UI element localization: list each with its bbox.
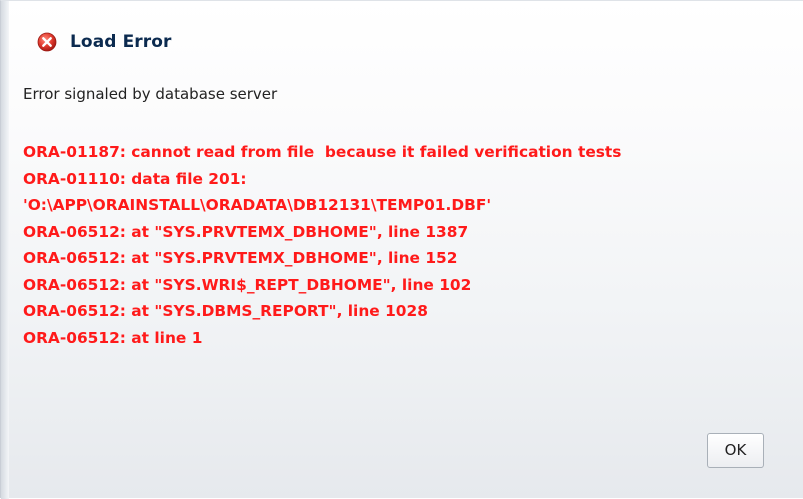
- dialog-title-bar: Load Error: [37, 27, 172, 57]
- error-line: ORA-01187: cannot read from file because…: [23, 143, 622, 161]
- error-line: ORA-06512: at "SYS.PRVTEMX_DBHOME", line…: [23, 222, 469, 241]
- error-line: ORA-06512: at "SYS.DBMS_REPORT", line 10…: [23, 302, 428, 320]
- error-message-list: ORA-01187: cannot read from file because…: [23, 139, 798, 351]
- error-summary-text: Error signaled by database server: [23, 85, 278, 103]
- error-line: 'O:\APP\ORAINSTALL\ORADATA\DB12131\TEMP0…: [23, 196, 492, 214]
- error-line: ORA-01110: data file 201:: [23, 169, 247, 188]
- dialog-left-edge: [1, 1, 9, 499]
- ok-button[interactable]: OK: [707, 433, 764, 468]
- load-error-dialog: Load Error Error signaled by database se…: [0, 0, 803, 499]
- error-line: ORA-06512: at "SYS.PRVTEMX_DBHOME", line…: [23, 249, 458, 267]
- error-line: ORA-06512: at "SYS.WRI$_REPT_DBHOME", li…: [23, 275, 472, 294]
- dialog-title: Load Error: [70, 32, 172, 52]
- error-line: ORA-06512: at line 1: [23, 328, 203, 347]
- error-x-circle-icon: [37, 32, 57, 52]
